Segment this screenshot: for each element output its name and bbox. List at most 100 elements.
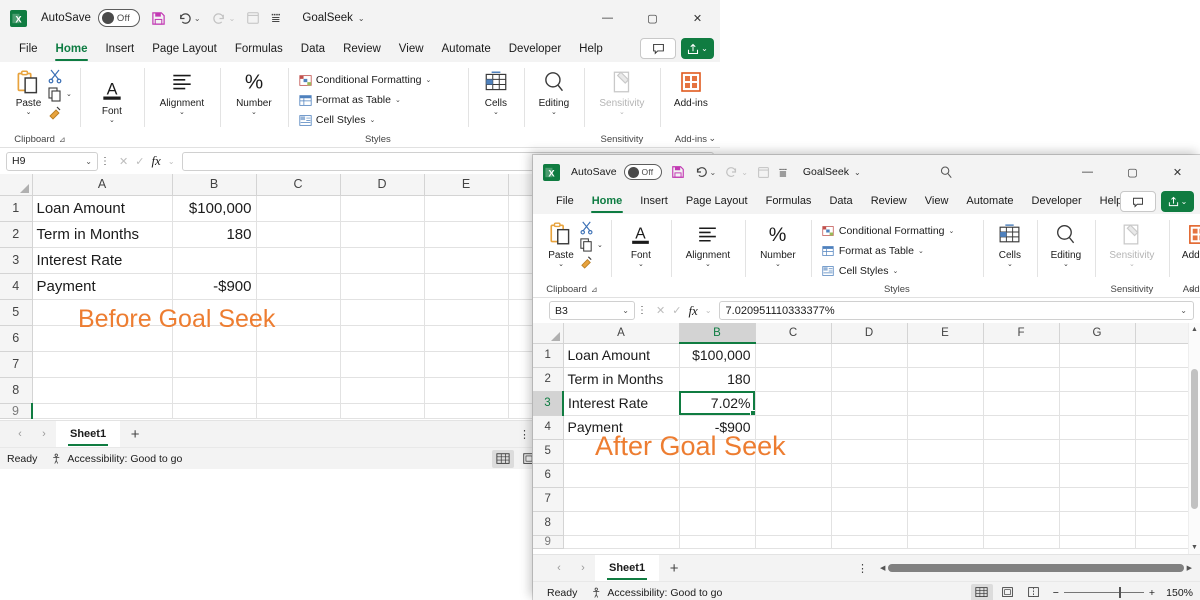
- cell-c1[interactable]: [256, 195, 341, 222]
- cell-d4[interactable]: [831, 415, 908, 440]
- save-icon[interactable]: [151, 11, 166, 26]
- row-header-2[interactable]: 2: [533, 367, 564, 392]
- tab-home[interactable]: Home: [583, 189, 632, 214]
- number-button[interactable]: % Number ⌄: [228, 64, 280, 117]
- cell-e5[interactable]: [907, 439, 984, 464]
- cell-a9[interactable]: [31, 403, 173, 419]
- maximize-button[interactable]: ▢: [630, 0, 675, 36]
- zoom-in-button[interactable]: +: [1149, 587, 1155, 599]
- cell-f2[interactable]: [983, 367, 1060, 392]
- number-dropdown-caret-icon[interactable]: ⌄: [775, 261, 781, 268]
- cells-button[interactable]: Cells ⌄: [476, 64, 516, 116]
- minimize-button[interactable]: —: [1065, 155, 1110, 189]
- cell-a5[interactable]: [563, 439, 680, 464]
- tab-file[interactable]: File: [10, 36, 47, 62]
- row-header-7[interactable]: 7: [533, 487, 564, 512]
- conditional-formatting-button[interactable]: Conditional Formatting ⌄: [296, 70, 435, 90]
- tab-automate[interactable]: Automate: [957, 189, 1022, 214]
- chevron-down-icon[interactable]: ⌄: [918, 247, 924, 255]
- share-button[interactable]: ⌄: [681, 38, 714, 59]
- tab-page-layout[interactable]: Page Layout: [677, 189, 757, 214]
- cell-c9[interactable]: [755, 535, 832, 549]
- row-header-4[interactable]: 4: [0, 273, 33, 300]
- cell-b8[interactable]: [172, 377, 257, 404]
- cell-f4[interactable]: [983, 415, 1060, 440]
- column-header-d[interactable]: D: [340, 174, 425, 196]
- cell-c7[interactable]: [256, 351, 341, 378]
- cell-d5[interactable]: [831, 439, 908, 464]
- insert-function-icon[interactable]: fx: [688, 303, 697, 319]
- cell-a6[interactable]: [32, 325, 173, 352]
- cell-a8[interactable]: [563, 511, 680, 536]
- add-ins-button[interactable]: Add-ins: [668, 64, 714, 109]
- format-painter-icon[interactable]: [579, 254, 603, 269]
- row-header-2[interactable]: 2: [0, 221, 33, 248]
- cell-b3[interactable]: [172, 247, 257, 274]
- page-layout-view-icon[interactable]: [997, 584, 1019, 600]
- editing-dropdown-caret-icon[interactable]: ⌄: [551, 109, 557, 116]
- number-dropdown-caret-icon[interactable]: ⌄: [251, 109, 257, 116]
- tab-insert[interactable]: Insert: [96, 36, 143, 62]
- cell-b9[interactable]: [172, 403, 257, 419]
- row-header-1[interactable]: 1: [0, 195, 33, 222]
- row-header-8[interactable]: 8: [0, 377, 33, 404]
- expand-formula-bar-icon[interactable]: ⌄: [1180, 306, 1187, 315]
- status-accessibility[interactable]: Accessibility: Good to go: [51, 453, 182, 465]
- cell-f3[interactable]: [983, 391, 1060, 416]
- tab-formulas[interactable]: Formulas: [757, 189, 821, 214]
- hscroll-thumb[interactable]: [888, 564, 1184, 572]
- nav-prev-icon[interactable]: ‹: [8, 428, 32, 440]
- format-as-table-button[interactable]: Format as Table ⌄: [819, 241, 927, 261]
- select-all-corner[interactable]: [533, 323, 564, 344]
- cells-dropdown-caret-icon[interactable]: ⌄: [1007, 261, 1013, 268]
- add-sheet-button[interactable]: +: [120, 426, 150, 443]
- page-break-preview-icon[interactable]: [1023, 584, 1045, 600]
- share-button[interactable]: ⌄: [1161, 191, 1194, 212]
- cut-icon[interactable]: [579, 220, 603, 235]
- column-header-a[interactable]: A: [32, 174, 173, 196]
- paste-button[interactable]: Paste ⌄: [10, 64, 47, 116]
- formula-bar-options-icon[interactable]: ⋮: [635, 305, 649, 316]
- cell-a7[interactable]: [563, 487, 680, 512]
- select-all-corner[interactable]: [0, 174, 33, 196]
- cell-d1[interactable]: [831, 343, 908, 368]
- nav-prev-icon[interactable]: ‹: [547, 562, 571, 574]
- cell-h5[interactable]: [1135, 439, 1189, 464]
- cell-e3[interactable]: [424, 247, 509, 274]
- tab-automate[interactable]: Automate: [433, 36, 500, 62]
- number-button[interactable]: % Number ⌄: [753, 216, 803, 268]
- cell-d7[interactable]: [831, 487, 908, 512]
- cells-button[interactable]: Cells ⌄: [991, 216, 1029, 268]
- cell-e6[interactable]: [424, 325, 509, 352]
- customize-quick-access-icon[interactable]: ⩸: [779, 166, 787, 179]
- cell-b3[interactable]: 7.02%: [679, 391, 756, 416]
- row-header-6[interactable]: 6: [0, 325, 33, 352]
- tab-view[interactable]: View: [390, 36, 433, 62]
- cell-a3[interactable]: Interest Rate: [563, 391, 680, 416]
- cell-h8[interactable]: [1135, 511, 1189, 536]
- cell-a4[interactable]: Payment: [32, 273, 173, 300]
- clipboard-dialog-launcher-icon[interactable]: ⊿: [591, 283, 598, 297]
- font-button[interactable]: A Font ⌄: [619, 216, 663, 268]
- column-header-g[interactable]: G: [1059, 323, 1136, 344]
- cell-b4[interactable]: -$900: [679, 415, 756, 440]
- close-button[interactable]: ✕: [1155, 155, 1200, 189]
- tab-data[interactable]: Data: [292, 36, 334, 62]
- cell-a3[interactable]: Interest Rate: [32, 247, 173, 274]
- tab-review[interactable]: Review: [334, 36, 390, 62]
- cell-d2[interactable]: [831, 367, 908, 392]
- cell-styles-button[interactable]: Cell Styles ⌄: [296, 110, 378, 130]
- customize-quick-access-icon[interactable]: ⩸: [271, 11, 280, 26]
- formula-bar-options-icon[interactable]: ⋮: [98, 156, 112, 167]
- column-header-c[interactable]: C: [256, 174, 341, 196]
- close-button[interactable]: ✕: [675, 0, 720, 36]
- add-sheet-button[interactable]: +: [659, 560, 689, 577]
- cell-f8[interactable]: [983, 511, 1060, 536]
- chevron-down-icon[interactable]: ⌄: [949, 227, 955, 235]
- document-title[interactable]: GoalSeek ⌄: [803, 166, 861, 178]
- maximize-button[interactable]: ▢: [1110, 155, 1155, 189]
- search-icon[interactable]: [939, 165, 953, 179]
- cell-b4[interactable]: -$900: [172, 273, 257, 300]
- chevron-down-icon[interactable]: ⌄: [892, 267, 898, 275]
- cell-styles-button[interactable]: Cell Styles ⌄: [819, 261, 901, 281]
